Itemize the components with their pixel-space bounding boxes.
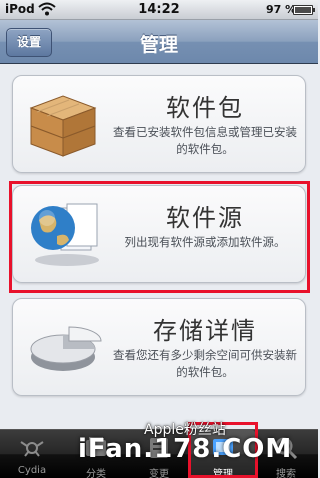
package-box-icon	[29, 95, 97, 157]
battery-fill	[295, 7, 311, 13]
storage-card[interactable]: 存储详情 查看您还有多少剩余空间可供安装新的软件包。	[12, 298, 306, 396]
sources-title: 软件源	[166, 204, 244, 232]
packages-card[interactable]: 软件包 查看已安装软件包信息或管理已安装的软件包。	[12, 75, 306, 173]
tab-sections-label: 分类	[86, 469, 106, 478]
tab-changes-label: 变更	[149, 469, 169, 478]
tab-cydia-label: Cydia	[17, 465, 47, 476]
tab-search-label: 搜索	[276, 469, 296, 478]
navigation-bar: 设置 管理	[0, 20, 318, 64]
packages-description: 查看已安装软件包信息或管理已安装的软件包。	[113, 125, 297, 156]
tab-cydia[interactable]: Cydia	[0, 430, 64, 478]
storage-pie-icon	[30, 326, 102, 371]
tab-manage-label: 管理	[213, 469, 233, 478]
storage-description: 查看您还有多少剩余空间可供安装新的软件包。	[113, 348, 297, 379]
cydia-icon	[20, 441, 44, 457]
storage-title: 存储详情	[153, 317, 257, 345]
globe-source-icon	[31, 203, 99, 266]
packages-title: 软件包	[166, 94, 244, 122]
status-bar: iPod 14:22 97 %	[0, 0, 318, 20]
sources-card[interactable]: 软件源 列出现有软件源或添加软件源。	[12, 185, 306, 283]
page-title: 管理	[139, 34, 178, 56]
battery-icon	[293, 5, 315, 15]
watermark-url: iFan.178.COM	[78, 434, 293, 464]
sources-description: 列出现有软件源或添加软件源。	[124, 235, 286, 249]
battery-percent: 97 %	[266, 3, 297, 16]
